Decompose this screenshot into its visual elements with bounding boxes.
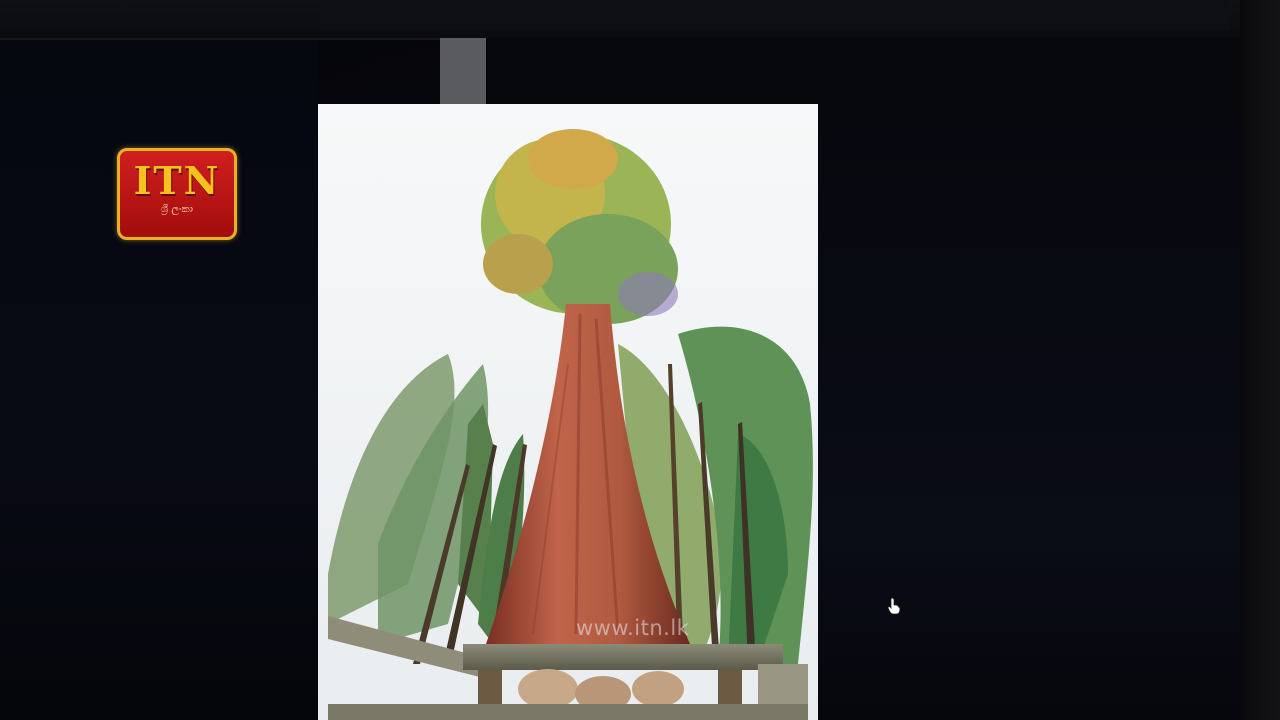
channel-logo-tagline: ශ්‍රී ලංකා <box>161 204 193 215</box>
monitor-bezel-top <box>0 0 1280 40</box>
tv-screen: ITN ශ්‍රී ලංකා <box>0 0 1280 720</box>
top-strip <box>440 38 486 104</box>
channel-logo: ITN ශ්‍රී ලංකා <box>117 148 237 240</box>
right-panel <box>818 104 1240 720</box>
hand-pointer-icon <box>887 597 901 615</box>
top-bar <box>486 38 1246 104</box>
monitor-hinge <box>320 0 1230 30</box>
watermark-text: www.itn.lk <box>576 616 690 640</box>
monitor-bezel-right <box>1240 0 1280 720</box>
sequoia-photo: www.itn.lk <box>318 104 818 720</box>
left-panel <box>0 40 318 720</box>
sequoia-illustration <box>318 104 818 720</box>
channel-logo-text: ITN <box>133 158 221 203</box>
